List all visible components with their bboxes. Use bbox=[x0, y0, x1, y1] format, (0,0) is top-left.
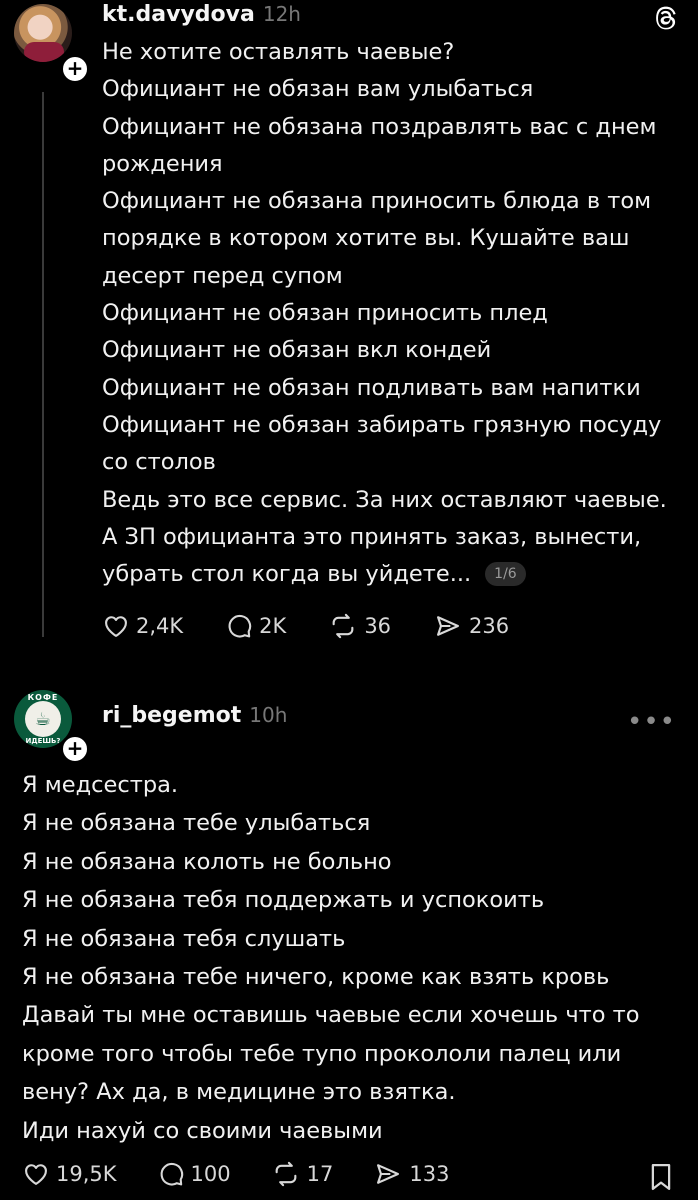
post-line: Официант не обязана поздравлять вас с дн… bbox=[102, 113, 657, 140]
post-line: со столов bbox=[102, 449, 216, 476]
post-line: порядке в котором хотите вы. Кушайте ваш bbox=[102, 225, 630, 252]
repost-count: 36 bbox=[364, 614, 392, 638]
like-count: 19,5K bbox=[56, 1162, 117, 1186]
repost-icon bbox=[275, 1161, 297, 1187]
follow-plus-icon[interactable]: + bbox=[60, 54, 90, 84]
post-line: Официант не обязан забирать грязную посу… bbox=[102, 411, 662, 438]
post-actions: 19,5K 100 17 133 bbox=[22, 1160, 680, 1188]
share-button[interactable]: 236 bbox=[433, 612, 509, 640]
threads-logo-icon[interactable] bbox=[650, 3, 680, 33]
repost-icon bbox=[332, 613, 354, 639]
thread-connector-line bbox=[42, 92, 44, 637]
post-line: А ЗП официанта это принять заказ, вынест… bbox=[102, 523, 642, 550]
post-line-text: убрать стол когда вы уйдете... bbox=[102, 561, 472, 588]
post-line: Иди нахуй со своими чаевыми bbox=[22, 1117, 383, 1144]
post-line: Я не обязана тебя поддержать и успокоить bbox=[22, 887, 545, 914]
post-actions: 2,4K 2K 36 236 bbox=[102, 612, 551, 640]
avatar-kt-davydova[interactable] bbox=[14, 4, 72, 62]
repost-button[interactable]: 36 bbox=[328, 612, 391, 640]
post-line: кроме того чтобы тебе тупо прокололи пал… bbox=[22, 1040, 622, 1067]
comment-icon bbox=[160, 1162, 183, 1186]
post-time: 10h bbox=[249, 703, 288, 727]
post-line: Я не обязана тебя слушать bbox=[22, 925, 346, 952]
heart-icon bbox=[25, 1164, 47, 1185]
thread-post-1: + kt.davydova 12h Не хотите оставлять чае… bbox=[0, 0, 698, 660]
reply-button[interactable]: 100 bbox=[157, 1160, 231, 1188]
post-line: Ведь это все сервис. За них оставляют ча… bbox=[102, 486, 667, 513]
share-count: 133 bbox=[409, 1162, 450, 1186]
send-icon bbox=[377, 1164, 400, 1184]
reply-count: 100 bbox=[190, 1162, 231, 1186]
post-author[interactable]: ri_begemot 10h bbox=[102, 701, 287, 730]
post-line: десерт перед супом bbox=[102, 262, 343, 289]
post-time: 12h bbox=[262, 2, 301, 26]
coffee-logo-icon: ☕ bbox=[25, 701, 61, 737]
thread-post-2: КОФЕ ☕ ИДЕШЬ? + ri_begemot 10h ••• Я медс… bbox=[0, 660, 698, 1200]
post-body: Не хотите оставлять чаевые? Официант не … bbox=[102, 34, 682, 593]
post-line: Я не обязана тебе улыбаться bbox=[22, 810, 371, 837]
username[interactable]: ri_begemot bbox=[102, 703, 241, 728]
post-line: Не хотите оставлять чаевые? bbox=[102, 39, 455, 65]
like-count: 2,4K bbox=[136, 614, 184, 638]
post-line: Официант не обязан вкл кондей bbox=[102, 337, 492, 364]
heart-icon bbox=[105, 616, 127, 637]
share-count: 236 bbox=[469, 614, 510, 638]
username[interactable]: kt.davydova bbox=[102, 2, 255, 27]
post-line: Давай ты мне оставишь чаевые если хочешь… bbox=[22, 1002, 640, 1029]
post-line: Официант не обязан подливать вам напитки bbox=[102, 374, 641, 401]
reply-count: 2K bbox=[259, 614, 287, 638]
like-button[interactable]: 2,4K bbox=[102, 612, 183, 640]
post-line: Официант не обязана приносить блюда в то… bbox=[102, 188, 652, 215]
image-pager-badge[interactable]: 1/6 bbox=[485, 562, 526, 587]
post-line: Я медсестра. bbox=[22, 772, 179, 798]
comment-icon bbox=[228, 614, 252, 638]
avatar-logo-text-top: КОФЕ bbox=[27, 693, 59, 702]
post-line: Официант не обязан приносить плед bbox=[102, 300, 548, 327]
post-line: Я не обязана колоть не больно bbox=[22, 848, 392, 875]
bookmark-icon[interactable] bbox=[648, 1162, 674, 1192]
more-dots-icon[interactable]: ••• bbox=[627, 709, 676, 735]
send-icon bbox=[437, 616, 460, 636]
like-button[interactable]: 19,5K bbox=[22, 1160, 117, 1188]
share-button[interactable]: 133 bbox=[373, 1160, 449, 1188]
post-body: Я медсестра. Я не обязана тебе улыбаться… bbox=[22, 766, 682, 1150]
repost-button[interactable]: 17 bbox=[271, 1160, 334, 1188]
follow-plus-icon[interactable]: + bbox=[60, 734, 90, 764]
reply-button[interactable]: 2K bbox=[225, 612, 286, 640]
repost-count: 17 bbox=[306, 1162, 334, 1186]
post-line-last: убрать стол когда вы уйдете... 1/6 bbox=[102, 556, 682, 593]
post-author[interactable]: kt.davydova 12h bbox=[102, 0, 301, 29]
post-line: Официант не обязан вам улыбаться bbox=[102, 76, 534, 103]
post-line: рождения bbox=[102, 150, 223, 177]
post-line: Я не обязана тебе ничего, кроме как взят… bbox=[22, 964, 610, 991]
post-line: вену? Ах да, в медицине это взятка. bbox=[22, 1079, 456, 1106]
